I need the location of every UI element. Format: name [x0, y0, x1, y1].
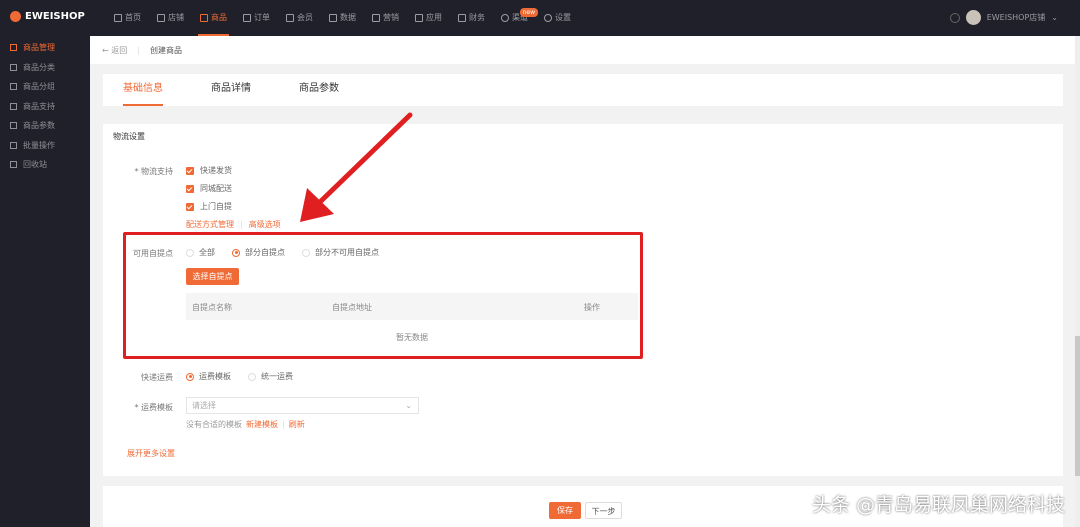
watermark: 头条 @青岛易联凤巢网络科技 — [811, 494, 1065, 516]
annotation-arrow-icon — [300, 112, 413, 222]
next-step-button[interactable]: 下一步 — [585, 502, 622, 519]
scrollbar[interactable] — [1075, 36, 1080, 527]
save-button[interactable]: 保存 — [549, 502, 581, 519]
scrollbar-thumb[interactable] — [1075, 336, 1080, 476]
